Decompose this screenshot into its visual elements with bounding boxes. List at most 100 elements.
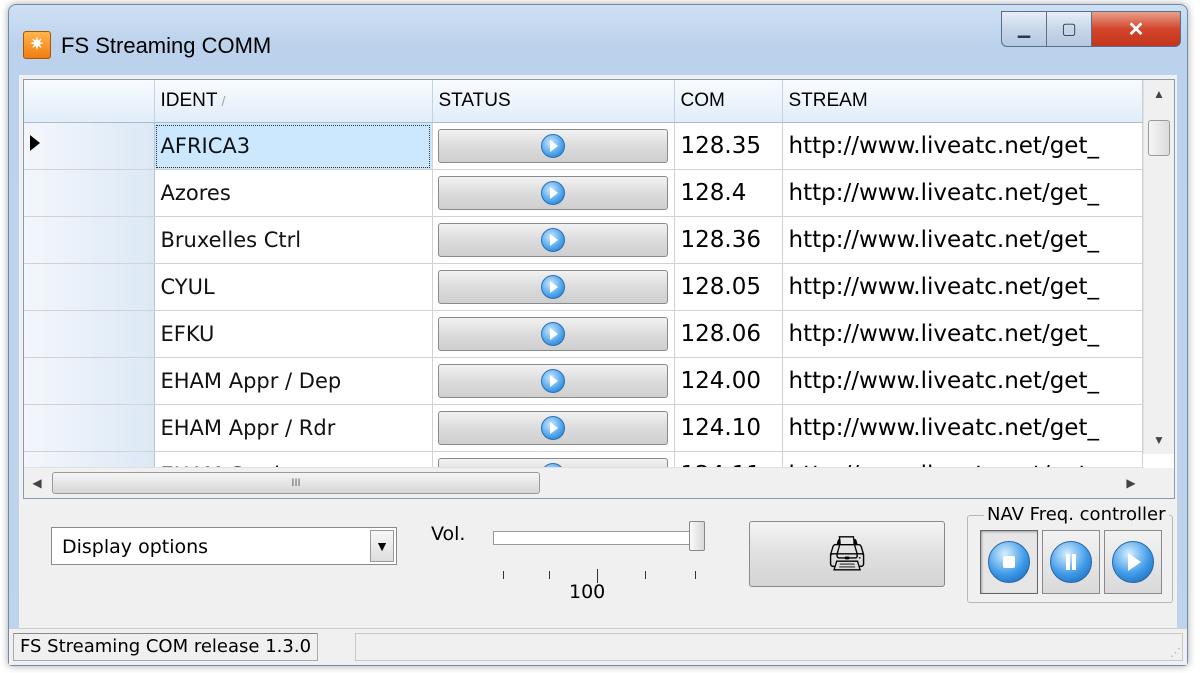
cell-status [432,263,675,311]
table-row[interactable]: AFRICA3 128.35 http://www.liveatc.net/get_ [24,122,1143,170]
status-play-button[interactable] [438,411,668,445]
status-text: FS Streaming COM release 1.3.0 [13,633,319,661]
volume-value: 100 [569,581,606,603]
cell-ident[interactable]: Bruxelles Ctrl [154,216,433,264]
cell-stream[interactable]: http://www.liveatc.net/get_ [782,216,1143,264]
table-row[interactable]: EHAM Appr / Rdr 124.10 http://www.liveatc.… [24,404,1143,452]
scroll-left-icon[interactable]: ◀ [24,468,50,498]
cell-stream[interactable]: http://www.liveatc.net/get_ [782,169,1143,217]
client-area: IDENT / STATUS COM STREAM AFRICA3 128.35 ht… [19,75,1177,657]
cell-stream[interactable]: http://www.liveatc.net/get_ [782,263,1143,311]
maximize-button[interactable]: ▢ [1046,11,1092,47]
cell-ident[interactable]: AFRICA3 [154,122,433,170]
scroll-down-icon[interactable]: ▼ [1144,426,1174,454]
cell-com[interactable]: 128.06 [674,310,783,358]
cell-com[interactable]: 128.36 [674,216,783,264]
radio-tower-icon: ✷ [23,31,51,59]
minimize-button[interactable]: ▁ [1001,11,1047,47]
cell-com[interactable]: 128.35 [674,122,783,170]
play-icon [541,228,565,252]
cell-ident[interactable]: Azores [154,169,433,217]
close-button[interactable]: ✕ [1091,11,1181,47]
table-row[interactable]: Bruxelles Ctrl 128.36 http://www.liveatc.n… [24,216,1143,264]
volume-tick [645,571,646,579]
status-bar: FS Streaming COM release 1.3.0 ⋰ [9,628,1187,665]
play-icon [541,416,565,440]
cell-com[interactable]: 124.10 [674,404,783,452]
cell-com[interactable]: 128.05 [674,263,783,311]
cell-ident[interactable]: EHAM Appr / Dep [154,357,433,405]
sort-indicator-icon: / [221,93,226,109]
scroll-up-icon[interactable]: ▲ [1144,80,1174,108]
play-icon [1112,541,1154,583]
vertical-scrollbar[interactable]: ▲ ▼ [1143,80,1174,454]
row-header-corner [24,80,155,123]
row-header[interactable] [24,216,155,264]
cell-ident[interactable]: EHAM Appr / Rdr [154,404,433,452]
column-header-com[interactable]: COM [674,80,783,123]
table-row[interactable]: CYUL 128.05 http://www.liveatc.net/get_ [24,263,1143,311]
row-header[interactable] [24,169,155,217]
title-bar[interactable]: ✷ FS Streaming COMM ▁ ▢ ✕ [9,5,1187,79]
printer-icon: 🖨 [825,535,869,573]
play-icon [541,181,565,205]
stations-grid[interactable]: IDENT / STATUS COM STREAM AFRICA3 128.35 ht… [23,79,1175,499]
window-title: FS Streaming COMM [61,33,272,58]
row-header[interactable] [24,122,155,170]
nav-group-label: NAV Freq. controller [984,504,1169,525]
column-header-status[interactable]: STATUS [432,80,675,123]
maximize-icon: ▢ [1061,21,1077,38]
nav-play-button[interactable] [1104,530,1162,594]
play-icon [541,322,565,346]
chevron-down-icon[interactable]: ▼ [370,530,394,562]
scrollbar-corner [1144,468,1174,498]
horizontal-scrollbar[interactable]: ◀ III ▶ [24,467,1144,498]
current-row-arrow-icon [30,135,40,151]
volume-tick [695,571,696,579]
table-row[interactable]: EHAM Appr / Dep 124.00 http://www.liveatc.… [24,357,1143,405]
display-options-dropdown[interactable]: Display options ▼ [51,527,397,565]
pause-icon [1050,541,1092,583]
cell-stream[interactable]: http://www.liveatc.net/get_ [782,357,1143,405]
volume-label: Vol. [431,523,466,545]
row-header[interactable] [24,357,155,405]
play-icon [541,369,565,393]
volume-slider-thumb[interactable] [689,521,705,551]
cell-stream[interactable]: http://www.liveatc.net/get_ [782,404,1143,452]
cell-status [432,216,675,264]
status-play-button[interactable] [438,317,668,351]
row-header[interactable] [24,263,155,311]
app-window: ✷ FS Streaming COMM ▁ ▢ ✕ IDENT / STATUS … [8,4,1188,666]
cell-com[interactable]: 128.4 [674,169,783,217]
scroll-right-icon[interactable]: ▶ [1118,468,1144,498]
close-icon: ✕ [1127,18,1145,41]
row-header[interactable] [24,404,155,452]
cell-status [432,122,675,170]
status-play-button[interactable] [438,223,668,257]
nav-pause-button[interactable] [1042,530,1100,594]
nav-freq-controller-group: NAV Freq. controller [967,504,1173,603]
nav-stop-button[interactable] [980,530,1038,594]
vertical-scroll-thumb[interactable] [1148,120,1170,156]
cell-ident[interactable]: EFKU [154,310,433,358]
cell-status [432,404,675,452]
horizontal-scroll-thumb[interactable]: III [52,472,540,494]
status-play-button[interactable] [438,364,668,398]
column-header-stream[interactable]: STREAM [782,80,1143,123]
row-header[interactable] [24,310,155,358]
column-header-ident[interactable]: IDENT / [154,80,433,123]
cell-status [432,357,675,405]
cell-stream[interactable]: http://www.liveatc.net/get_ [782,122,1143,170]
print-button[interactable]: 🖨 [749,521,945,587]
cell-stream[interactable]: http://www.liveatc.net/get_ [782,310,1143,358]
status-play-button[interactable] [438,129,668,163]
status-play-button[interactable] [438,270,668,304]
table-row[interactable]: Azores 128.4 http://www.liveatc.net/get_ [24,169,1143,217]
resize-grip-icon[interactable]: ⋰ [1170,646,1181,659]
cell-com[interactable]: 124.00 [674,357,783,405]
table-row[interactable]: EFKU 128.06 http://www.liveatc.net/get_ [24,310,1143,358]
cell-ident[interactable]: CYUL [154,263,433,311]
volume-slider-track[interactable] [493,531,705,545]
play-icon [541,275,565,299]
status-play-button[interactable] [438,176,668,210]
